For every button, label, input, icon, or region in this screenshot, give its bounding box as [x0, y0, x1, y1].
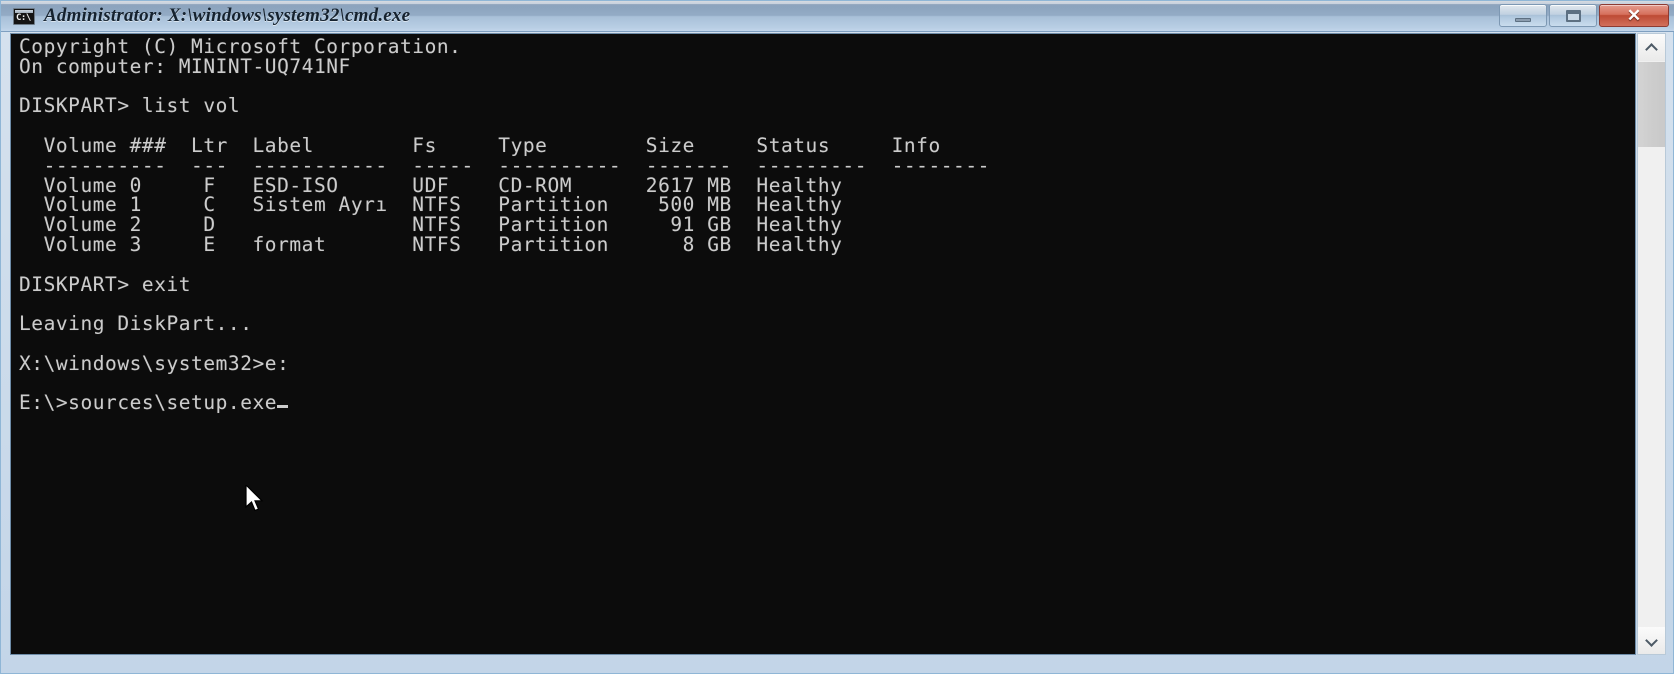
window-title: Administrator: X:\windows\system32\cmd.e…: [44, 5, 411, 26]
console-output-area[interactable]: Copyright (C) Microsoft Corporation. On …: [10, 33, 1636, 655]
text-cursor: [277, 405, 289, 409]
close-button[interactable]: ✕: [1599, 4, 1669, 27]
console-vertical-scrollbar[interactable]: [1637, 33, 1666, 655]
scroll-down-button[interactable]: [1638, 627, 1665, 654]
chevron-down-icon: [1646, 637, 1657, 644]
maximize-icon: [1565, 9, 1581, 22]
maximize-button[interactable]: [1549, 4, 1597, 27]
console-text: Copyright (C) Microsoft Corporation. On …: [19, 35, 990, 415]
scroll-up-button[interactable]: [1638, 34, 1665, 61]
mouse-arrow-pointer: [245, 485, 264, 512]
icon-prompt-text: C:\: [16, 12, 31, 23]
cmd-console-icon[interactable]: C:\: [13, 7, 35, 25]
window-titlebar[interactable]: C:\ Administrator: X:\windows\system32\c…: [1, 1, 1674, 32]
minimize-button[interactable]: [1499, 4, 1547, 27]
chevron-up-icon: [1646, 44, 1657, 51]
cmd-window: C:\ Administrator: X:\windows\system32\c…: [0, 0, 1674, 674]
window-controls: ✕: [1499, 4, 1669, 27]
close-icon: ✕: [1626, 6, 1642, 25]
scrollbar-thumb[interactable]: [1638, 62, 1665, 147]
minimize-icon: [1515, 17, 1531, 22]
